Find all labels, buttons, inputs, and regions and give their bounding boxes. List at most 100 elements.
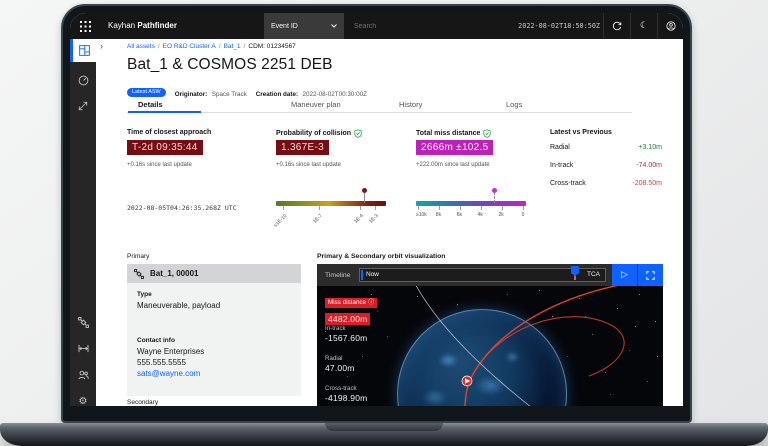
- tca-value: T-2d 09:35:44: [127, 140, 203, 155]
- probability-scale-bar: [276, 201, 386, 206]
- tab-maneuver-plan[interactable]: Maneuver plan: [291, 100, 341, 109]
- tab-bar: Details Maneuver plan History Logs: [127, 97, 632, 113]
- breadcrumb-link-asset[interactable]: Bat_1: [224, 43, 241, 50]
- nav-item-meter[interactable]: [70, 69, 96, 91]
- top-header-bar: Kayhan Pathfinder Event ID 2022-08-02T18…: [70, 13, 683, 39]
- tca-delta: +0.16s since last update: [127, 162, 192, 168]
- shield-check-icon: [354, 129, 362, 138]
- desktop-background: { "header": { "brand_light": "Kayhan", "…: [0, 0, 768, 446]
- primary-asset-header[interactable]: Bat_1, 00001: [127, 264, 301, 283]
- tab-logs[interactable]: Logs: [506, 100, 522, 109]
- lvp-row-cross-track: Cross-track -208.50m: [550, 180, 662, 187]
- lvp-cross-track-value: -208.50m: [632, 180, 662, 187]
- app-switcher-icon[interactable]: [79, 20, 91, 32]
- satellite-icon: [78, 317, 89, 328]
- cross-track-stat: Cross-track -4198.90m: [325, 385, 367, 403]
- laptop-lid-notch: [325, 423, 443, 431]
- trend-arrows-icon: [78, 101, 88, 111]
- tab-details[interactable]: Details: [138, 100, 163, 109]
- left-nav-rail: ⚙: [70, 39, 96, 406]
- orbit-viz-title: Primary & Secondary orbit visualization: [317, 253, 445, 260]
- secondary-section-label: Secondary: [127, 399, 158, 406]
- moon-icon: ☾: [640, 21, 648, 31]
- info-icon[interactable]: ⓘ: [368, 300, 374, 306]
- page-title: Bat_1 & COSMOS 2251 DEB: [127, 56, 333, 74]
- timeline-slider[interactable]: Now TCA: [359, 268, 606, 282]
- expand-icon: [646, 271, 655, 280]
- collision-probability-label: Probability of collision: [276, 129, 362, 138]
- refresh-button[interactable]: [603, 13, 630, 39]
- miss-distance-overlay-label: Miss distanceⓘ: [325, 298, 377, 308]
- nav-item-settings[interactable]: ⚙: [70, 391, 96, 406]
- gauge-icon: [78, 75, 89, 86]
- contact-company: Wayne Enterprises: [137, 346, 291, 357]
- timeline-now-tick: [361, 270, 363, 280]
- collision-probability-gauge: ≤1E-10 1E-7 1E-4 1E-3: [276, 189, 386, 227]
- chevron-down-icon: [331, 24, 337, 28]
- play-icon: ▷: [621, 270, 628, 280]
- tca-label: Time of closest approach: [127, 129, 211, 136]
- shield-check-icon: [483, 129, 491, 138]
- nav-item-measure[interactable]: [70, 337, 96, 359]
- laptop-base: [0, 423, 768, 446]
- user-icon: [666, 21, 676, 31]
- contact-info-label: Contact info: [137, 337, 291, 344]
- timeline-slider-handle[interactable]: [571, 266, 579, 274]
- utc-clock: 2022-08-02T18:50:50Z: [500, 13, 600, 39]
- fullscreen-button[interactable]: [638, 264, 663, 286]
- satellite-icon: [134, 269, 144, 279]
- app-title: Kayhan Pathfinder: [108, 13, 177, 39]
- breadcrumb-link-all-assets[interactable]: All assets: [127, 43, 155, 50]
- breadcrumb-link-cluster[interactable]: EO R&D Cluster A: [163, 43, 216, 50]
- event-id-dropdown[interactable]: Event ID: [264, 13, 344, 39]
- gear-icon: ⚙: [79, 397, 88, 406]
- tab-history[interactable]: History: [399, 100, 422, 109]
- measure-icon: [78, 344, 89, 353]
- radial-stat: Radial 47.00m: [325, 355, 355, 373]
- event-id-dropdown-label: Event ID: [271, 23, 298, 30]
- lvp-row-in-track: In-track -74.00m: [550, 162, 662, 169]
- miss-distance-gauge: ≥10k 8k 6k 4k 2k 0: [416, 189, 526, 227]
- type-label: Type: [137, 291, 291, 298]
- lvp-radial-value: +3.10m: [638, 144, 662, 151]
- orbit-visualization-panel: Timeline Now TCA ▷: [317, 264, 663, 406]
- latest-vs-previous-title: Latest vs Previous: [550, 129, 612, 136]
- timeline-label: Timeline: [325, 272, 359, 279]
- laptop-screen-bezel: Kayhan Pathfinder Event ID 2022-08-02T18…: [61, 4, 692, 423]
- nav-item-team[interactable]: [70, 364, 96, 386]
- type-value: Maneuverable, payload: [137, 300, 291, 311]
- miss-distance-value: 2666m ±102.5: [416, 140, 493, 155]
- lvp-row-radial: Radial +3.10m: [550, 144, 662, 151]
- nav-item-dashboard[interactable]: [70, 39, 96, 62]
- in-track-stat: In-track -1567.60m: [325, 325, 367, 343]
- lvp-in-track-value: -74.00m: [636, 162, 662, 169]
- nav-item-trend[interactable]: [70, 95, 96, 117]
- breadcrumb: All assets/EO R&D Cluster A/Bat_1/CDM: 0…: [127, 42, 296, 52]
- play-button[interactable]: ▷: [612, 264, 637, 286]
- collision-probability-delta: +0.16s since last update: [276, 162, 341, 168]
- contact-email-link[interactable]: sats@wayne.com: [137, 368, 291, 379]
- miss-distance-delta: +222.00m since last update: [416, 162, 490, 168]
- primary-asset-name: Bat_1, 00001: [150, 269, 198, 278]
- collision-probability-value: 1.367E-3: [276, 140, 329, 155]
- people-icon: [78, 370, 89, 380]
- panel-expand-chevron[interactable]: ›: [100, 41, 103, 51]
- account-button[interactable]: [657, 13, 683, 39]
- refresh-icon: [612, 21, 622, 31]
- theme-toggle-button[interactable]: ☾: [630, 13, 657, 39]
- nav-item-satellite[interactable]: [70, 311, 96, 333]
- latest-asw-badge: Latest ASW: [127, 88, 166, 97]
- search-input[interactable]: [354, 13, 499, 39]
- breadcrumb-current: CDM: 01234567: [248, 43, 295, 50]
- active-tab-underline: [128, 111, 201, 113]
- timeline-tca-label: TCA: [587, 269, 600, 281]
- primary-section-label: Primary: [127, 253, 149, 260]
- orbit-scene[interactable]: Miss distanceⓘ 4482.00m In-track -1567.6…: [317, 286, 663, 406]
- contact-phone: 555.555.5555: [137, 357, 291, 368]
- miss-distance-scale-bar: [416, 201, 526, 206]
- miss-distance-label: Total miss distance: [416, 129, 491, 138]
- primary-asset-card: Bat_1, 00001 Type Maneuverable, payload …: [127, 264, 301, 396]
- orbit-viz-toolbar: Timeline Now TCA ▷: [317, 264, 663, 286]
- timeline-now-label: Now: [366, 269, 379, 281]
- tca-utc-time: 2022-08-05T04:26:35.268Z UTC: [127, 204, 237, 212]
